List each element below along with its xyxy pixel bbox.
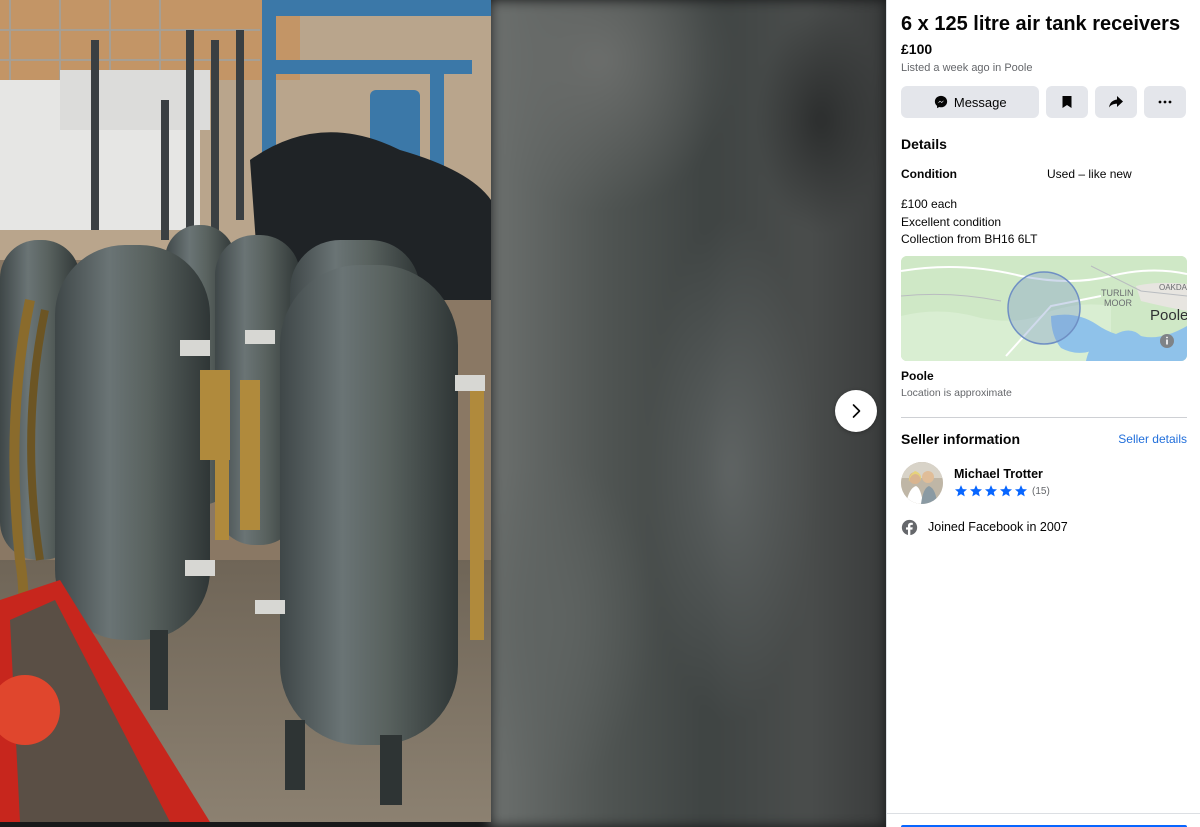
message-button[interactable]: Message: [901, 86, 1040, 118]
map-label-turlin: TURLIN: [1101, 288, 1134, 298]
map-label-oakdale: OAKDA: [1159, 283, 1187, 292]
seller-profile: Michael Trotter (15): [901, 461, 1186, 504]
bottom-bar: [887, 813, 1200, 827]
joined-facebook-row: Joined Facebook in 2007: [901, 519, 1186, 536]
listing-description: £100 each Excellent condition Collection…: [901, 196, 1186, 249]
seller-rating[interactable]: (15): [954, 484, 1050, 498]
seller-photo-image: [901, 461, 943, 504]
avatar[interactable]: [901, 461, 943, 504]
star-icon: [999, 485, 1013, 497]
seller-info: Michael Trotter (15): [954, 467, 1050, 498]
listing-photo[interactable]: [0, 0, 491, 822]
map-label-moor: MOOR: [1104, 298, 1132, 308]
listing-actions: Message: [901, 86, 1186, 118]
location-name: Poole: [901, 368, 934, 383]
marketplace-listing-page: 6 x 125 litre air tank receivers £100 Li…: [0, 0, 1200, 827]
star-icon: [969, 485, 983, 497]
listing-price: £100: [901, 41, 933, 57]
map-image: TURLIN MOOR OAKDA Poole: [901, 255, 1187, 361]
section-divider: [901, 416, 1187, 418]
listing-sidebar: 6 x 125 litre air tank receivers £100 Li…: [886, 0, 1200, 827]
description-line: Collection from BH16 6LT: [901, 232, 1038, 246]
info-icon[interactable]: [1160, 333, 1174, 348]
details-heading: Details: [901, 136, 947, 152]
save-button[interactable]: [1046, 86, 1089, 118]
location-map[interactable]: TURLIN MOOR OAKDA Poole: [901, 255, 1187, 361]
seller-details-link[interactable]: Seller details: [1118, 432, 1187, 446]
message-button-label: Message: [953, 94, 1007, 110]
condition-value: Used – like new: [1047, 167, 1132, 181]
blurred-photo-background: [490, 0, 886, 827]
description-line: £100 each: [901, 197, 958, 211]
condition-label: Condition: [901, 167, 957, 181]
star-icon: [954, 485, 968, 497]
star-icon: [984, 485, 998, 497]
map-label-poole: Poole: [1150, 307, 1187, 324]
listing-time-location: Listed a week ago in Poole: [901, 62, 1033, 74]
share-icon: [1109, 96, 1124, 108]
star-icon: [1014, 485, 1028, 497]
more-options-button[interactable]: [1144, 86, 1186, 118]
seller-heading: Seller information: [901, 430, 1021, 447]
location-note: Location is approximate: [901, 386, 1012, 399]
media-viewer: [0, 0, 886, 827]
next-photo-button[interactable]: [835, 390, 877, 432]
description-line: Excellent condition: [901, 214, 1002, 229]
rating-count: (15): [1032, 485, 1050, 497]
bookmark-icon: [1062, 96, 1072, 108]
facebook-icon: [901, 519, 918, 536]
air-tanks-photo-image: [0, 0, 491, 822]
seller-name[interactable]: Michael Trotter: [954, 467, 1050, 481]
more-icon: [1158, 100, 1172, 104]
joined-text: Joined Facebook in 2007: [928, 520, 1068, 534]
messenger-icon: [934, 95, 947, 109]
seller-header: Seller information Seller details: [901, 431, 1187, 447]
condition-row: Condition Used – like new: [901, 167, 1186, 181]
share-button[interactable]: [1095, 86, 1138, 118]
chevron-right-icon: [852, 404, 861, 418]
listing-title: 6 x 125 litre air tank receivers: [901, 13, 1181, 35]
